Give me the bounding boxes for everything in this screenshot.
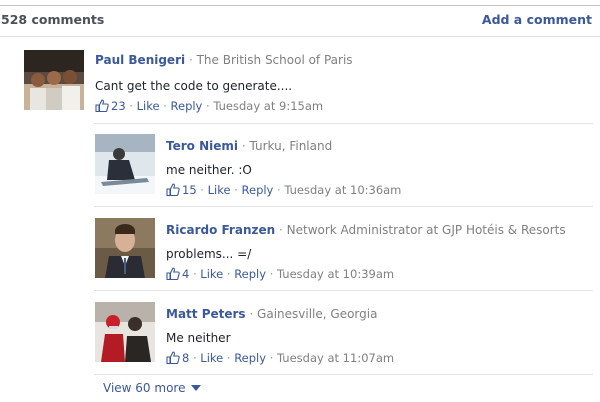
action-separator: · — [192, 351, 197, 365]
reply-divider — [94, 290, 593, 291]
view-more-link[interactable]: View 60 more — [103, 381, 202, 395]
action-separator: · — [234, 183, 238, 197]
like-link[interactable]: Like — [208, 183, 231, 197]
caret-down-icon — [191, 385, 202, 391]
meta-separator: · — [188, 53, 193, 67]
top-border — [0, 5, 600, 6]
avatar[interactable] — [95, 302, 155, 362]
action-separator: · — [206, 99, 210, 113]
comment-actions: 4 · Like · Reply · Tuesday at 10:39am — [166, 266, 394, 282]
reply-link[interactable]: Reply — [242, 183, 274, 197]
like-count[interactable]: 4 — [182, 267, 189, 281]
like-count[interactable]: 23 — [111, 99, 126, 113]
thumbs-up-icon[interactable] — [166, 267, 180, 281]
avatar[interactable] — [24, 50, 84, 110]
comment-timestamp[interactable]: Tuesday at 11:07am — [277, 351, 394, 365]
like-link[interactable]: Like — [200, 351, 223, 365]
like-count[interactable]: 8 — [182, 351, 189, 365]
action-separator: · — [226, 351, 231, 365]
comment-author[interactable]: Tero Niemi — [166, 139, 238, 153]
action-separator: · — [129, 99, 133, 113]
comment-meta: Tero Niemi · Turku, Finland — [166, 138, 332, 154]
comment-timestamp[interactable]: Tuesday at 10:39am — [277, 267, 394, 281]
comment-text: me neither. :O — [166, 163, 252, 177]
comment-author[interactable]: Matt Peters — [166, 307, 246, 321]
like-link[interactable]: Like — [137, 99, 160, 113]
reply-link[interactable]: Reply — [234, 351, 266, 365]
comment-text: Cant get the code to generate.... — [95, 79, 293, 93]
reply-divider — [94, 123, 593, 124]
comment-actions: 23 · Like · Reply · Tuesday at 9:15am — [95, 98, 323, 114]
comment-timestamp[interactable]: Tuesday at 9:15am — [213, 99, 323, 113]
reply-divider — [94, 374, 593, 375]
comment-author[interactable]: Ricardo Franzen — [166, 223, 275, 237]
like-count[interactable]: 15 — [182, 183, 197, 197]
comment-network: Gainesville, Georgia — [257, 307, 378, 321]
header-divider — [0, 36, 600, 37]
comment-network: Turku, Finland — [249, 139, 333, 153]
like-link[interactable]: Like — [200, 267, 223, 281]
meta-separator: · — [241, 139, 246, 153]
comment-count: 528 comments — [1, 12, 105, 27]
comment-meta: Ricardo Franzen · Network Administrator … — [166, 222, 566, 238]
avatar[interactable] — [95, 134, 155, 194]
action-separator: · — [163, 99, 167, 113]
action-separator: · — [269, 267, 274, 281]
reply-link[interactable]: Reply — [171, 99, 203, 113]
comment-network: The British School of Paris — [196, 53, 353, 67]
meta-separator: · — [249, 307, 254, 321]
comment-timestamp[interactable]: Tuesday at 10:36am — [284, 183, 401, 197]
action-separator: · — [277, 183, 281, 197]
action-separator: · — [192, 267, 197, 281]
comment-network: Network Administrator at GJP Hotéis & Re… — [286, 223, 566, 237]
avatar[interactable] — [95, 218, 155, 278]
thumbs-up-icon[interactable] — [95, 99, 109, 113]
comments-header: 528 comments Add a comment — [0, 12, 600, 34]
thumbs-up-icon[interactable] — [166, 351, 180, 365]
comment-text: Me neither — [166, 331, 231, 345]
comment-author[interactable]: Paul Benigeri — [95, 53, 185, 67]
action-separator: · — [200, 183, 204, 197]
view-more-label: View 60 more — [103, 381, 186, 395]
comment-meta: Matt Peters · Gainesville, Georgia — [166, 306, 377, 322]
thumbs-up-icon[interactable] — [166, 183, 180, 197]
comment-actions: 15 · Like · Reply · Tuesday at 10:36am — [166, 182, 401, 198]
reply-link[interactable]: Reply — [234, 267, 266, 281]
comment-text: problems... =/ — [166, 247, 252, 261]
meta-separator: · — [278, 223, 283, 237]
action-separator: · — [226, 267, 231, 281]
reply-divider — [94, 206, 593, 207]
comment-meta: Paul Benigeri · The British School of Pa… — [95, 52, 353, 68]
action-separator: · — [269, 351, 274, 365]
add-comment-link[interactable]: Add a comment — [482, 12, 592, 27]
comment-actions: 8 · Like · Reply · Tuesday at 11:07am — [166, 350, 394, 366]
